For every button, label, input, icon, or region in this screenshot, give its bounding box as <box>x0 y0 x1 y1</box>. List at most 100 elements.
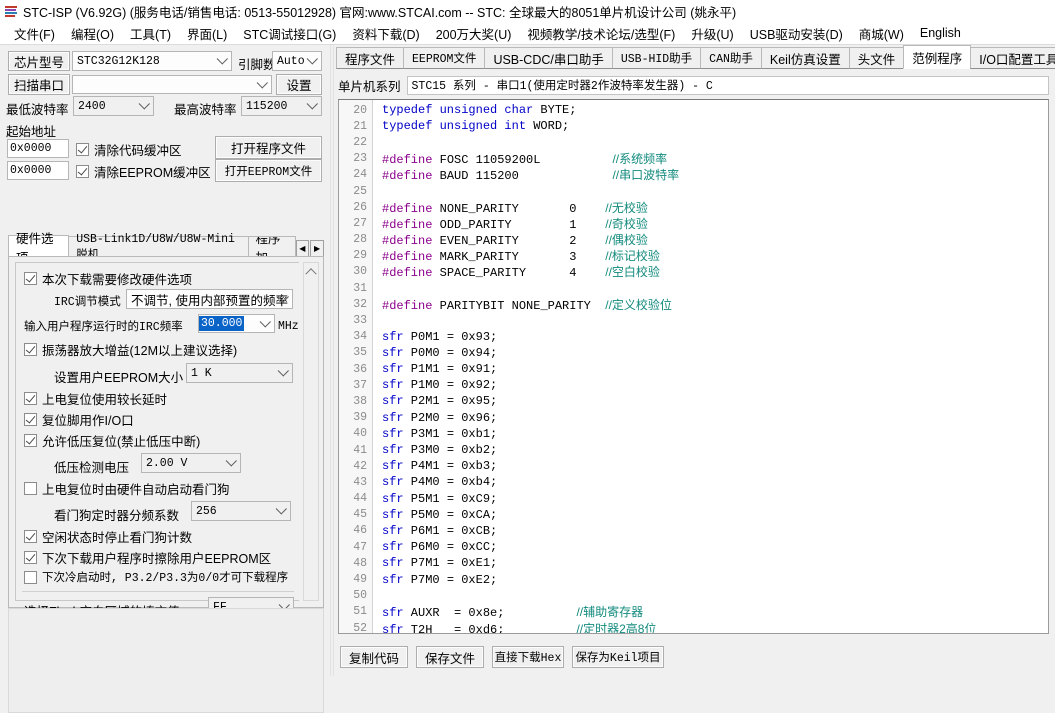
irc-freq-combo[interactable]: 30.000 <box>198 314 275 333</box>
scroll-up-arrow-icon[interactable] <box>304 263 318 278</box>
app-logo-icon <box>4 4 19 19</box>
download-hex-button[interactable]: 直接下载Hex <box>492 646 564 668</box>
line-number: 46 <box>353 524 367 538</box>
code-action-buttons: 复制代码 保存文件 直接下载Hex 保存为Keil项目 <box>340 646 672 668</box>
code-line: 50 <box>339 588 1048 604</box>
line-number: 20 <box>353 103 367 117</box>
irc-mode-label: IRC调节模式 <box>54 296 121 309</box>
idle-stop-watchdog-checkbox[interactable]: 空闲状态时停止看门狗计数 <box>24 527 192 546</box>
tab-hardware-options[interactable]: 硬件选项 <box>8 232 70 265</box>
save-keil-project-button[interactable]: 保存为Keil项目 <box>572 646 664 668</box>
chevron-down-icon <box>304 97 321 115</box>
code-line: 31 <box>339 280 1048 296</box>
settings-button[interactable]: 设置 <box>276 74 322 95</box>
oscillator-gain-label: 振荡器放大增益(12M以上建议选择) <box>42 344 238 358</box>
menu-item-english[interactable]: English <box>912 24 969 42</box>
left-lower-panel <box>8 608 324 713</box>
menu-item-store[interactable]: 商城(W) <box>851 22 912 45</box>
open-eeprom-file-button[interactable]: 打开EEPROM文件 <box>215 159 322 182</box>
clear-eeprom-buffer-checkbox[interactable]: 清除EEPROM缓冲区 <box>76 162 211 181</box>
checkbox-icon <box>76 143 89 156</box>
code-text: #define BAUD 115200 //串口波特率 <box>382 168 680 184</box>
menu-item-video[interactable]: 视频教学/技术论坛/选型(F) <box>519 22 683 45</box>
tab-program-loader[interactable]: 程序加 <box>247 236 296 257</box>
tab-can[interactable]: CAN助手 <box>700 47 762 69</box>
line-number: 40 <box>353 427 367 441</box>
code-text: sfr AUXR = 0x8e; //辅助寄存器 <box>382 605 644 621</box>
code-text: #define NONE_PARITY 0 //无校验 <box>382 200 648 216</box>
low-voltage-combo[interactable]: 2.00 V <box>141 453 241 473</box>
code-address-value: 0x0000 <box>10 142 52 155</box>
menu-item-downloads[interactable]: 资料下载(D) <box>344 22 427 45</box>
menu-item-interface[interactable]: 界面(L) <box>179 22 235 45</box>
hardware-options-scrollbar[interactable] <box>303 262 319 601</box>
chip-model-button[interactable]: 芯片型号 <box>8 51 70 71</box>
tab-keil-sim[interactable]: Keil仿真设置 <box>760 47 850 69</box>
code-line: 28 #define EVEN_PARITY 2 //偶校验 <box>339 232 1048 248</box>
line-number: 24 <box>353 168 367 182</box>
irc-mode-combo[interactable]: 不调节, 使用内部预置的频率 <box>126 289 293 309</box>
clear-code-buffer-checkbox[interactable]: 清除代码缓冲区 <box>76 140 182 159</box>
code-text: sfr P2M1 = 0x95; <box>382 394 498 409</box>
menu-item-tools[interactable]: 工具(T) <box>122 22 179 45</box>
allow-low-voltage-reset-checkbox[interactable]: 允许低压复位(禁止低压中断) <box>24 431 200 450</box>
code-address-input[interactable]: 0x0000 <box>7 139 69 158</box>
hw-watchdog-checkbox[interactable]: 上电复位时由硬件自动启动看门狗 <box>24 479 230 498</box>
tab-eeprom-file[interactable]: EEPROM文件 <box>403 47 486 69</box>
modify-hw-options-checkbox[interactable]: 本次下载需要修改硬件选项 <box>24 269 192 288</box>
tab-program-file[interactable]: 程序文件 <box>336 47 405 69</box>
menu-item-stc-debug[interactable]: STC调试接口(G) <box>235 22 344 45</box>
line-number: 23 <box>353 152 367 166</box>
eeprom-size-combo[interactable]: 1 K <box>186 363 293 383</box>
code-line: 42 sfr P4M1 = 0xb3; <box>339 458 1048 474</box>
menu-item-upgrade[interactable]: 升级(U) <box>683 22 741 45</box>
menu-item-file[interactable]: 文件(F) <box>6 22 63 45</box>
chevron-down-icon <box>257 315 274 332</box>
erase-eeprom-next-checkbox[interactable]: 下次下载用户程序时擦除用户EEPROM区 <box>24 548 271 567</box>
line-number: 25 <box>353 184 367 198</box>
line-number: 35 <box>353 346 367 360</box>
cold-boot-p32-p33-checkbox[interactable]: 下次冷启动时, P3.2/P3.3为0/0才可下载程序 <box>24 569 288 585</box>
code-text: typedef unsigned int WORD; <box>382 119 570 134</box>
tab-io-config-tool[interactable]: I/O口配置工具 <box>970 47 1055 69</box>
code-editor[interactable]: 20 typedef unsigned char BYTE; 21 typedef u… <box>338 99 1049 634</box>
reset-pin-io-label: 复位脚用作I/O口 <box>42 414 134 428</box>
app-body: 芯片型号 STC32G12K128 引脚数 Auto 扫描串口 设置 最低波特率… <box>0 45 1055 713</box>
tab-scroll-right-button[interactable]: ▶ <box>310 240 324 257</box>
checkbox-icon <box>76 165 89 178</box>
min-baud-combo[interactable]: 2400 <box>73 96 154 116</box>
mcu-series-combo[interactable]: STC15 系列 - 串口1(使用定时器2作波特率发生器) - C <box>406 75 1049 95</box>
code-line: 35 sfr P0M0 = 0x94; <box>339 345 1048 361</box>
scan-port-button[interactable]: 扫描串口 <box>8 74 70 95</box>
eeprom-address-input[interactable]: 0x0000 <box>7 161 69 180</box>
save-file-button[interactable]: 保存文件 <box>416 646 484 668</box>
code-text: sfr P3M0 = 0xb2; <box>382 443 498 458</box>
tab-header-file[interactable]: 头文件 <box>848 47 905 69</box>
tab-usb-cdc-serial[interactable]: USB-CDC/串口助手 <box>484 47 613 69</box>
reset-pin-io-checkbox[interactable]: 复位脚用作I/O口 <box>24 410 134 429</box>
power-on-reset-delay-checkbox[interactable]: 上电复位使用较长延时 <box>24 389 167 408</box>
code-line: 34 sfr P0M1 = 0x93; <box>339 329 1048 345</box>
code-text: typedef unsigned char BYTE; <box>382 103 577 118</box>
line-number: 39 <box>353 411 367 425</box>
menu-item-program[interactable]: 编程(O) <box>63 22 122 45</box>
hardware-options-list: 本次下载需要修改硬件选项 IRC调节模式 不调节, 使用内部预置的频率 输入用户… <box>15 262 299 619</box>
watchdog-prescaler-combo[interactable]: 256 <box>191 501 291 521</box>
line-number: 51 <box>353 605 367 619</box>
checkbox-icon <box>24 570 37 584</box>
tab-scroll-left-button[interactable]: ◀ <box>295 240 310 257</box>
pin-count-combo[interactable]: Auto <box>272 51 322 71</box>
oscillator-gain-checkbox[interactable]: 振荡器放大增益(12M以上建议选择) <box>24 340 237 359</box>
serial-port-combo[interactable] <box>72 75 272 94</box>
checkbox-icon <box>24 482 37 495</box>
menu-item-usb-driver[interactable]: USB驱动安装(D) <box>742 22 851 45</box>
chip-model-combo[interactable]: STC32G12K128 <box>72 51 232 71</box>
tab-usb-hid[interactable]: USB-HID助手 <box>611 47 702 69</box>
max-baud-combo[interactable]: 115200 <box>241 96 322 116</box>
menu-item-prize[interactable]: 200万大奖(U) <box>428 22 520 45</box>
min-baud-label: 最低波特率 <box>6 103 69 117</box>
tab-usb-link-offline[interactable]: USB-Link1D/U8W/U8W-Mini脱机 <box>68 233 249 262</box>
tab-example-program[interactable]: 范例程序 <box>903 45 972 69</box>
open-program-file-button[interactable]: 打开程序文件 <box>215 136 322 159</box>
copy-code-button[interactable]: 复制代码 <box>340 646 408 668</box>
